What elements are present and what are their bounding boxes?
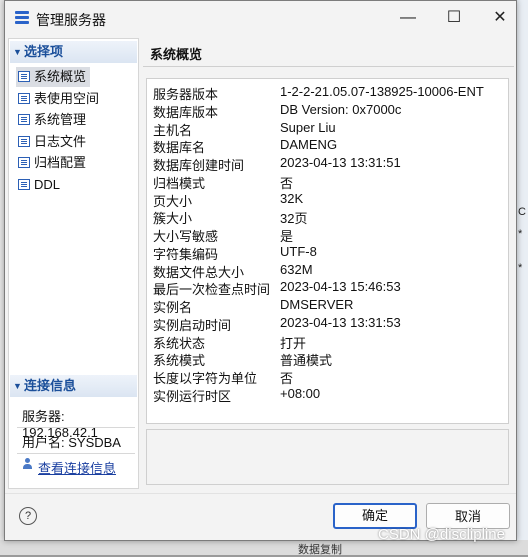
- table-row: 数据库版本 DB Version: 0x7000c: [147, 101, 508, 120]
- table-row: 簇大小 32页: [147, 207, 508, 226]
- collapse-arrow-icon: ▼: [13, 47, 22, 57]
- property-value: +08:00: [280, 385, 321, 401]
- property-value: DAMENG: [280, 137, 338, 153]
- property-value: 2023-04-13 15:46:53: [280, 279, 401, 295]
- property-value: 32K: [280, 190, 304, 206]
- title-bar: 管理服务器 — ☐ ✕: [5, 1, 516, 35]
- list-icon: [18, 179, 30, 190]
- list-icon: [18, 114, 30, 125]
- list-icon: [18, 93, 30, 104]
- table-row: 实例名 DMSERVER: [147, 296, 508, 315]
- user-icon: [22, 458, 34, 470]
- page-title: 系统概览: [150, 47, 203, 62]
- list-icon: [18, 136, 30, 147]
- watermark: CSDN @disclipline: [378, 526, 505, 543]
- table-row: 主机名 Super Liu: [147, 119, 508, 138]
- property-name: 实例运行时区: [153, 388, 232, 404]
- minimize-button[interactable]: —: [385, 5, 431, 31]
- table-row: 数据库名 DAMENG: [147, 136, 508, 155]
- divider: [5, 493, 516, 494]
- nav-item-table-space[interactable]: 表使用空间: [16, 89, 103, 109]
- close-button[interactable]: ✕: [477, 5, 523, 31]
- window-title: 管理服务器: [36, 12, 106, 28]
- collapse-arrow-icon: ▼: [13, 381, 22, 391]
- table-row: 系统状态 打开: [147, 332, 508, 351]
- table-row: 数据文件总大小 632M: [147, 261, 508, 280]
- background-app-edge-right: C * *: [516, 0, 528, 555]
- nav-item-system-overview[interactable]: 系统概览: [16, 67, 91, 87]
- property-value: 1-2-2-21.05.07-138925-10006-ENT: [280, 84, 484, 99]
- nav-item-ddl[interactable]: DDL: [16, 175, 64, 195]
- divider: [143, 66, 514, 67]
- nav-item-log-files[interactable]: 日志文件: [16, 132, 90, 152]
- property-value: DB Version: 0x7000c: [280, 101, 402, 117]
- property-value: Super Liu: [280, 119, 336, 135]
- table-row: 最后一次检查点时间 2023-04-13 15:46:53: [147, 278, 508, 297]
- table-row: 大小写敏感是: [147, 225, 508, 244]
- user-name: 用户名: SYSDBA: [22, 435, 121, 450]
- table-row: 数据库创建时间 2023-04-13 13:31:51: [147, 154, 508, 173]
- maximize-button[interactable]: ☐: [431, 5, 477, 31]
- table-row: 字符集编码 UTF-8: [147, 243, 508, 262]
- view-connection-link[interactable]: 查看连接信息: [38, 458, 116, 477]
- select-section-header[interactable]: ▼ 选择项: [10, 41, 137, 63]
- property-value: UTF-8: [280, 243, 317, 259]
- overview-table: 服务器版本 1-2-2-21.05.07-138925-10006-ENT 数据库版…: [146, 78, 509, 424]
- table-row: 页大小 32K: [147, 190, 508, 209]
- left-panel: ▼ 选择项 系统概览 表使用空间 系统管理 日志文件 归档配置 DDL ▼ 连接…: [8, 38, 139, 489]
- help-icon[interactable]: ?: [19, 507, 37, 525]
- app-icon: [15, 11, 29, 25]
- table-row: 归档模式否: [147, 172, 508, 191]
- property-value: 2023-04-13 13:31:53: [280, 314, 401, 330]
- table-row: 长度以字符为单位否: [147, 367, 508, 386]
- table-row: 服务器版本 1-2-2-21.05.07-138925-10006-ENT: [147, 83, 508, 102]
- table-row: 实例运行时区 +08:00: [147, 385, 508, 404]
- description-box: [146, 429, 509, 485]
- list-icon: [18, 157, 30, 168]
- list-icon: [18, 71, 30, 82]
- property-value: DMSERVER: [280, 297, 354, 312]
- table-row: 实例启动时间 2023-04-13 13:31:53: [147, 314, 508, 333]
- connection-section-header[interactable]: ▼ 连接信息: [10, 375, 137, 397]
- nav-item-system-management[interactable]: 系统管理: [16, 110, 90, 130]
- property-value: 632M: [280, 261, 313, 277]
- property-value: 2023-04-13 13:31:51: [280, 155, 401, 170]
- divider: [17, 453, 135, 454]
- table-row: 系统模式 普通模式: [147, 349, 508, 368]
- main-panel: 系统概览 服务器版本 1-2-2-21.05.07-138925-10006-EN…: [143, 38, 514, 489]
- nav-item-archive-config[interactable]: 归档配置: [16, 153, 90, 173]
- divider: [17, 427, 135, 428]
- manage-server-dialog: 管理服务器 — ☐ ✕ ▼ 选择项 系统概览 表使用空间 系统管理 日志文件 归…: [4, 0, 517, 541]
